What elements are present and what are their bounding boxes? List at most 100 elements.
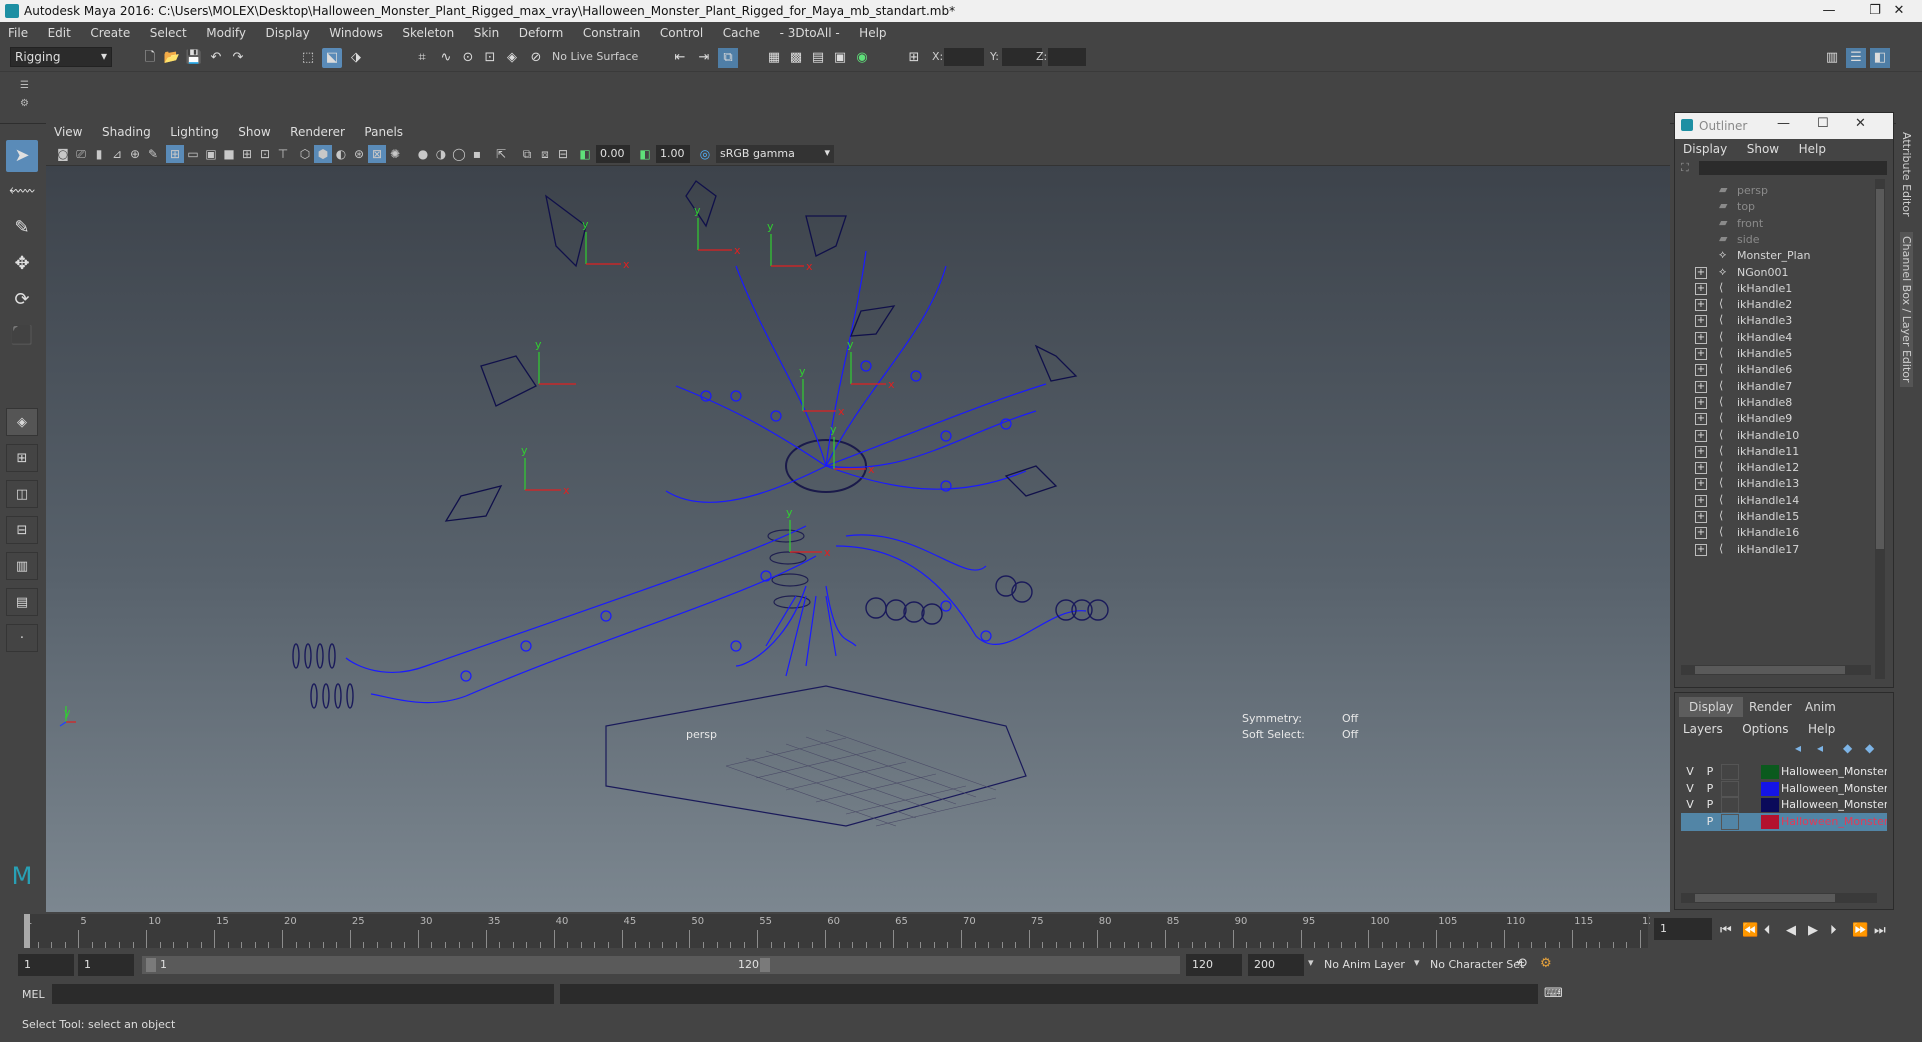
mel-label[interactable]: MEL (22, 988, 45, 1001)
outliner-persp-layout-icon[interactable]: ⊟ (6, 516, 38, 544)
expand-icon[interactable]: + (1695, 478, 1707, 491)
menu-select[interactable]: Select (142, 22, 195, 40)
layer-color-swatch[interactable] (1761, 765, 1779, 779)
paint-select-tool-icon[interactable]: ✎ (6, 212, 38, 244)
tab-display[interactable]: Display (1679, 697, 1744, 717)
shelf-menu-icon[interactable]: ☰ (20, 80, 29, 91)
menu-deform[interactable]: Deform (511, 22, 572, 40)
ambient-occlusion-icon[interactable]: ◑ (432, 145, 450, 163)
undo-icon[interactable]: ↶ (206, 48, 226, 68)
exposure-icon[interactable]: ◧ (576, 145, 594, 163)
close-icon[interactable]: ✕ (1855, 116, 1866, 131)
playback-start-field[interactable]: 1 (78, 954, 134, 976)
current-frame-field[interactable]: 1 (1654, 918, 1712, 940)
transform-mode-icon[interactable]: ⊞ (904, 48, 924, 68)
step-forward-frame-icon[interactable]: ⏵ (1830, 923, 1837, 938)
auto-key-icon[interactable]: ⟲ (1516, 956, 1527, 971)
wireframe-on-shaded-icon[interactable]: ⊛ (350, 145, 368, 163)
expand-icon[interactable]: + (1695, 494, 1707, 507)
maya-home-icon[interactable]: M (6, 862, 38, 894)
gate-mask-icon[interactable]: ■ (220, 145, 238, 163)
hypershade-icon[interactable]: ◉ (852, 48, 872, 68)
exposure-field[interactable]: 0.00 (596, 145, 630, 163)
menu-3dtoall[interactable]: - 3DtoAll - (772, 22, 848, 40)
move-layer-up-icon[interactable]: ◂ (1795, 741, 1801, 755)
visibility-toggle[interactable]: V (1681, 797, 1699, 813)
2d-pan-zoom-icon[interactable]: ⊕ (126, 145, 144, 163)
menu-windows[interactable]: Windows (321, 22, 391, 40)
use-default-material-icon[interactable]: ◐ (332, 145, 350, 163)
open-scene-icon[interactable]: 📂 (162, 48, 182, 68)
go-to-end-icon[interactable]: ⏭ (1874, 923, 1886, 938)
output-ops-icon[interactable]: ⇥ (694, 48, 714, 68)
menu-skeleton[interactable]: Skeleton (394, 22, 462, 40)
chevron-down-icon[interactable]: ▾ (1414, 956, 1420, 969)
shelf-settings-icon[interactable]: ⚙ (20, 98, 29, 109)
motion-blur-icon[interactable]: ◯ (450, 145, 468, 163)
graph-persp-layout-icon[interactable]: ▥ (6, 552, 38, 580)
chevron-down-icon[interactable]: ▾ (1308, 956, 1314, 969)
current-time-marker[interactable] (24, 914, 30, 948)
playback-toggle[interactable]: P (1701, 814, 1719, 830)
layer-menu-help[interactable]: Help (1800, 719, 1843, 739)
menu-file[interactable]: File (0, 22, 36, 40)
mel-command-input[interactable] (52, 984, 554, 1004)
hypershade-layout-icon[interactable]: ▤ (6, 588, 38, 616)
tab-attribute-editor[interactable]: Attribute Editor (1900, 132, 1913, 217)
two-view-layout-icon[interactable]: ◫ (6, 480, 38, 508)
display-type-toggle[interactable] (1721, 813, 1739, 830)
outliner-menu-help[interactable]: Help (1791, 139, 1834, 159)
layer-color-swatch[interactable] (1761, 781, 1779, 796)
bookmark-icon[interactable]: ▮ (90, 145, 108, 163)
z-field[interactable] (1048, 48, 1086, 66)
outliner-menu-show[interactable]: Show (1739, 139, 1787, 159)
layer-h-scrollbar[interactable] (1681, 893, 1877, 903)
step-forward-key-icon[interactable]: ⏩ (1852, 923, 1868, 938)
script-editor-icon[interactable]: ⌨ (1544, 986, 1563, 1001)
new-layer-icon[interactable]: ◆ (1843, 741, 1852, 755)
move-layer-down-icon[interactable]: ◂ (1817, 741, 1823, 755)
expand-icon[interactable]: + (1695, 527, 1707, 540)
grid-icon[interactable]: ⊞ (166, 145, 184, 163)
expand-icon[interactable]: + (1695, 462, 1707, 475)
gamma-icon[interactable]: ◧ (636, 145, 654, 163)
camera-attributes-icon[interactable]: ⎚ (72, 145, 90, 163)
new-scene-icon[interactable]: 🗋 (140, 48, 160, 68)
x-field[interactable] (944, 48, 984, 66)
layer-row[interactable]: VP Halloween_Monster_P (1681, 763, 1887, 781)
layer-row[interactable]: VP Halloween_Monster_P (1681, 780, 1887, 798)
viewport-menu-renderer[interactable]: Renderer (282, 122, 353, 142)
anim-layer-dropdown[interactable]: No Anim Layer (1324, 958, 1422, 971)
ipr-render-icon[interactable]: ▤ (808, 48, 828, 68)
expand-icon[interactable]: + (1695, 413, 1707, 426)
redo-icon[interactable]: ↷ (228, 48, 248, 68)
wireframe-icon[interactable]: ⬡ (296, 145, 314, 163)
expand-icon[interactable]: + (1695, 331, 1707, 344)
select-component-icon[interactable]: ⬗ (346, 48, 366, 68)
make-live-icon[interactable]: ⊘ (526, 48, 546, 68)
select-tool-icon[interactable]: ➤ (6, 140, 38, 172)
layer-row[interactable]: VP Halloween_Monster_P (1681, 796, 1887, 814)
menu-cache[interactable]: Cache (715, 22, 768, 40)
anti-aliasing-icon[interactable]: ▪ (468, 145, 486, 163)
film-gate-icon[interactable]: ▭ (184, 145, 202, 163)
tab-render[interactable]: Render (1739, 697, 1802, 717)
outliner-item[interactable]: + ⟨ ikHandle17 (1675, 540, 1875, 560)
expand-icon[interactable]: + (1695, 266, 1707, 279)
layer-row[interactable]: P Halloween_Monster_P (1681, 812, 1887, 831)
shadows-icon[interactable]: ● (414, 145, 432, 163)
menu-modify[interactable]: Modify (198, 22, 254, 40)
single-layout-icon[interactable]: ◈ (6, 408, 38, 436)
construction-history-icon[interactable]: ⧉ (718, 48, 738, 68)
input-ops-icon[interactable]: ⇤ (670, 48, 690, 68)
color-management-icon[interactable]: ◎ (696, 145, 714, 163)
character-set-dropdown[interactable]: No Character Set (1430, 958, 1530, 971)
select-object-icon[interactable]: ⬕ (322, 48, 342, 68)
maximize-icon[interactable]: ☐ (1817, 116, 1829, 131)
expand-icon[interactable]: + (1695, 429, 1707, 442)
move-tool-icon[interactable]: ✥ (6, 248, 38, 280)
playback-end-field[interactable]: 120 (1186, 954, 1242, 976)
minimize-button[interactable]: — (1806, 0, 1852, 22)
xray-joints-icon[interactable]: ⧉ (518, 145, 536, 163)
safe-title-icon[interactable]: ⊤ (274, 145, 292, 163)
